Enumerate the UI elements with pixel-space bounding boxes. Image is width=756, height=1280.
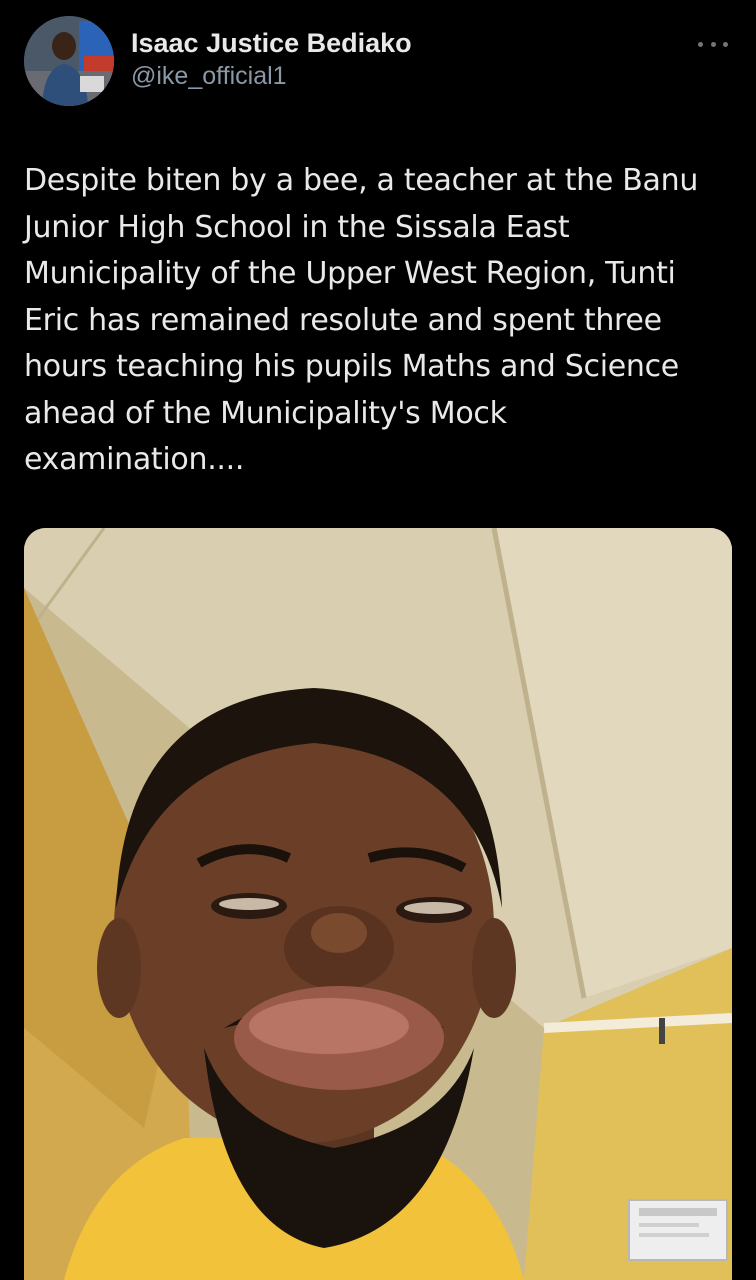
photo-illustration <box>24 528 732 1280</box>
tweet-photo[interactable] <box>24 528 732 1280</box>
author-display-name[interactable]: Isaac Justice Bediako <box>131 26 412 60</box>
tweet-text: Despite biten by a bee, a teacher at the… <box>24 163 699 477</box>
tweet: Isaac Justice Bediako @ike_official1 Des… <box>0 0 756 1280</box>
more-dot <box>710 41 716 47</box>
more-horizontal-icon[interactable] <box>698 38 728 50</box>
more-dot <box>698 41 703 47</box>
author-names: Isaac Justice Bediako @ike_official1 <box>131 26 412 92</box>
author-handle[interactable]: @ike_official1 <box>131 60 412 92</box>
tweet-header: Isaac Justice Bediako @ike_official1 <box>24 16 732 108</box>
avatar-image <box>24 16 114 106</box>
avatar[interactable] <box>24 16 114 106</box>
more-dot <box>723 41 728 47</box>
